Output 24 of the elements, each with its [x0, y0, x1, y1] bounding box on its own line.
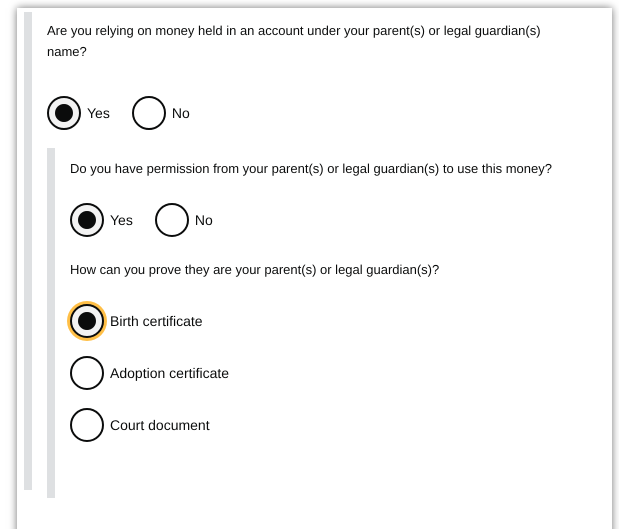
option-label: Yes [110, 210, 133, 230]
question-text: Do you have permission from your parent(s) or legal guardian(s) to use this money? [70, 160, 553, 178]
radio-option[interactable]: Adoption certificate [70, 356, 604, 390]
question-text: How can you prove they are your parent(s) or legal guardian(s)? [70, 261, 440, 279]
radio-option[interactable]: Yes [47, 96, 110, 130]
radio-button[interactable] [70, 203, 104, 237]
radio-button[interactable] [47, 96, 81, 130]
option-label: Court document [110, 416, 210, 434]
question-text: Are you relying on money held in an account under your parent(s) or legal guardian(s) name? [47, 22, 542, 61]
radio-option[interactable]: Yes [70, 203, 133, 237]
option-label: Adoption certificate [110, 364, 230, 383]
option-label: No [194, 210, 213, 230]
radio-button[interactable] [154, 203, 189, 237]
option-label: Yes [87, 104, 110, 122]
option-label: Birth certificate [110, 312, 203, 330]
radio-button[interactable] [70, 408, 104, 442]
radio-button[interactable] [132, 96, 166, 130]
radio-option[interactable]: Birth certificate [70, 304, 604, 338]
radio-button[interactable] [70, 356, 104, 390]
option-label: No [172, 104, 190, 122]
radio-option[interactable]: Court document [70, 408, 604, 442]
radio-button[interactable] [70, 304, 104, 338]
radio-option[interactable]: No [154, 203, 213, 237]
radio-option[interactable]: No [132, 96, 190, 130]
